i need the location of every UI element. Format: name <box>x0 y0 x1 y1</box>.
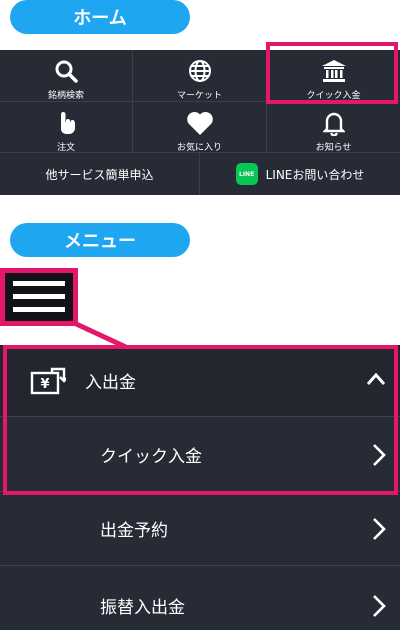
submenu-item-transfer[interactable]: 振替入出金 <box>0 566 400 630</box>
submenu-item-quick-deposit[interactable]: クイック入金 <box>0 417 400 492</box>
submenu-item-withdrawal-reservation[interactable]: 出金予約 <box>0 492 400 566</box>
menu-item-label: 振替入出金 <box>100 598 185 618</box>
chevron-right-icon <box>372 517 386 545</box>
menu-item-label: 出金予約 <box>100 521 168 541</box>
side-menu: ¥ 入出金 クイック入金 出金予約 振替入出金 <box>0 345 400 630</box>
chevron-right-icon <box>372 594 386 622</box>
chevron-up-icon <box>366 371 386 390</box>
menu-item-label: クイック入金 <box>100 446 202 467</box>
svg-text:¥: ¥ <box>40 377 49 392</box>
menu-item-deposit-withdrawal[interactable]: ¥ 入出金 <box>0 345 400 417</box>
yen-transfer-icon: ¥ <box>30 367 69 399</box>
menu-item-label: 入出金 <box>85 373 136 393</box>
chevron-right-icon <box>372 443 386 471</box>
